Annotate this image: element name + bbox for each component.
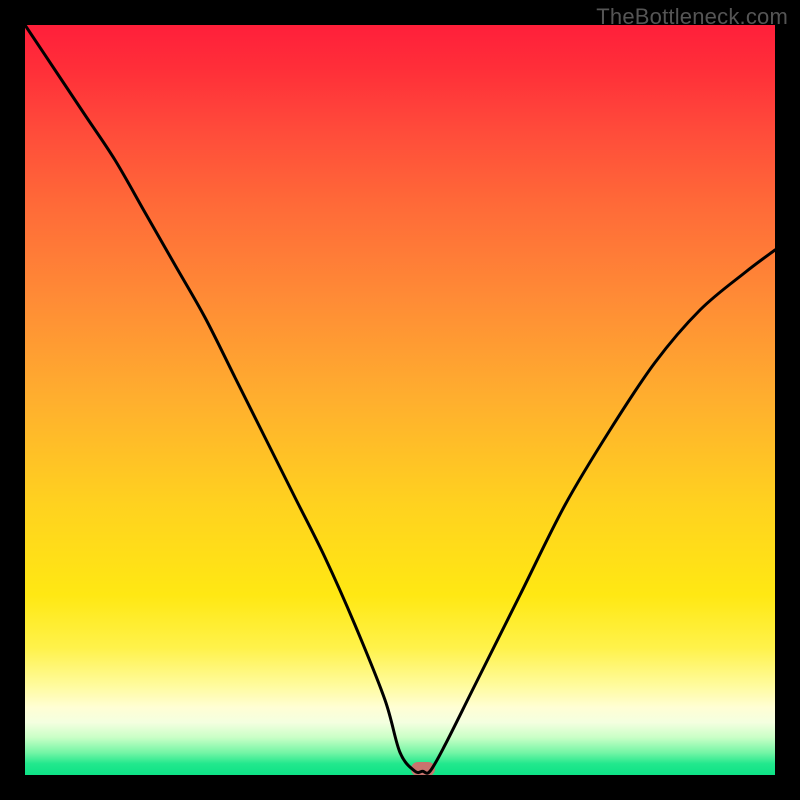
bottleneck-curve xyxy=(25,25,775,775)
chart-frame: TheBottleneck.com xyxy=(0,0,800,800)
curve-path xyxy=(25,25,775,773)
plot-area xyxy=(25,25,775,775)
watermark-text: TheBottleneck.com xyxy=(596,4,788,30)
